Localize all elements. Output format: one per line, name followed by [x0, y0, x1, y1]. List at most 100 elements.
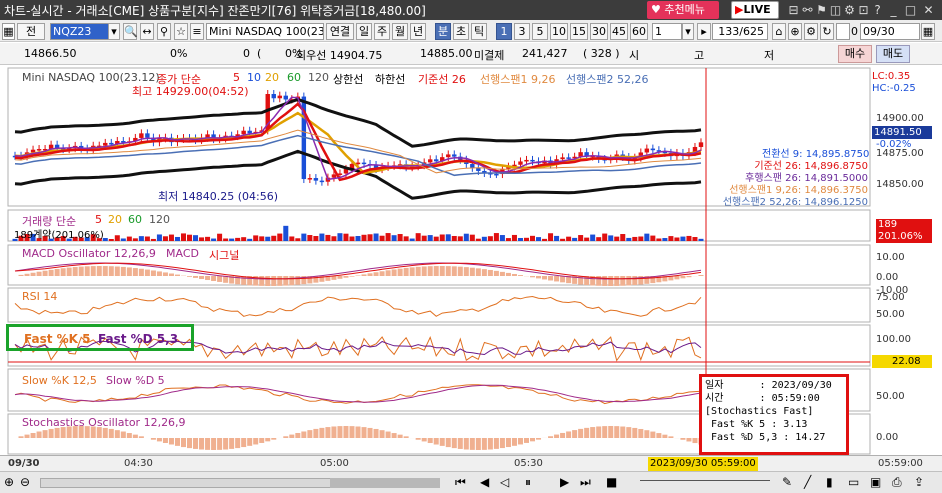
macd-bar [211, 276, 217, 282]
date-field[interactable]: 09/30 [860, 23, 920, 40]
stop-icon[interactable]: ■ [606, 475, 617, 489]
pin-icon[interactable]: ⊟ [787, 2, 800, 18]
volume-bar [487, 236, 493, 241]
list-icon[interactable]: ≡ [190, 23, 204, 40]
print-icon[interactable]: ⎙ [892, 475, 902, 490]
stoch-osc-bar [548, 436, 554, 438]
close-icon[interactable]: ✕ [922, 2, 935, 18]
count-chevron-icon[interactable]: ▾ [682, 23, 694, 40]
base-line-label: 기준선 26 [418, 73, 466, 86]
prev-page-icon[interactable]: ◀ [480, 475, 489, 489]
upper-band-label: 상한선 [333, 73, 364, 86]
minute-button-1[interactable]: 3 [514, 23, 530, 40]
price-candle [30, 149, 36, 153]
refresh-icon[interactable]: ↻ [820, 23, 834, 40]
minute-button-4[interactable]: 15 [570, 23, 588, 40]
period-button-1[interactable]: 일 [356, 23, 372, 40]
search-icon[interactable]: 🔍 [123, 23, 138, 40]
macd-bar [493, 270, 499, 276]
volume-bar [265, 236, 271, 241]
volume-bar [150, 238, 156, 241]
bar-tool-icon[interactable]: ▮ [826, 475, 833, 489]
flag-icon[interactable]: ⚑ [815, 2, 828, 18]
play-back-icon[interactable]: ◁ [500, 475, 509, 489]
compare-icon[interactable]: ↔ [140, 23, 154, 40]
recommend-menu-button[interactable]: ♥ 추천메뉴 [647, 1, 719, 19]
next-icon[interactable]: ▸ [697, 23, 711, 40]
maximize-icon[interactable]: □ [904, 2, 917, 18]
macd-bar [84, 266, 90, 276]
settings-icon[interactable]: ⚙ [804, 23, 818, 40]
stoch-osc-bar [253, 438, 259, 445]
live-button[interactable]: ▶LIVE [731, 1, 779, 19]
next-page-icon[interactable]: ▶ [560, 475, 569, 489]
volume-bar [313, 236, 319, 241]
volume-sub: 189계약(201.06%) [14, 230, 104, 241]
zoom-icon[interactable]: ⊕ [788, 23, 802, 40]
grid-icon[interactable]: ▦ [2, 23, 15, 40]
price-candle [109, 142, 114, 145]
period-button-3[interactable]: 월 [392, 23, 408, 40]
pause-icon[interactable]: ⏸ [525, 475, 531, 490]
first-page-icon[interactable]: ⏮ [455, 475, 466, 490]
volume-bar [168, 234, 174, 241]
zoom-out-icon[interactable]: ⊖ [20, 475, 30, 489]
line-tool-icon[interactable]: ╱ [804, 475, 811, 489]
minute-button-2[interactable]: 5 [532, 23, 548, 40]
macd-label: MACD [166, 247, 199, 260]
buy-button[interactable]: 매수 [838, 45, 872, 63]
period-button-5[interactable]: 분 [435, 23, 451, 40]
minute-button-0[interactable]: 1 [496, 23, 512, 40]
scroll-thumb[interactable] [330, 478, 440, 488]
calendar-icon[interactable]: ▦ [921, 23, 935, 40]
stoch-osc-bar [54, 427, 60, 438]
zoom-in-icon[interactable]: ⊕ [4, 475, 14, 489]
fit-icon[interactable]: ▭ [848, 475, 859, 489]
volume-bar [385, 233, 391, 241]
minute-button-5[interactable]: 30 [590, 23, 608, 40]
lock-icon[interactable]: ⚲ [157, 23, 171, 40]
period-button-0[interactable]: 연결 [326, 23, 354, 40]
volume-bar [229, 238, 235, 241]
home-icon[interactable]: ⌂ [772, 23, 786, 40]
export-icon[interactable]: ⇪ [914, 475, 924, 489]
hc-label: HC:-0.25 [872, 83, 916, 94]
draw-tool-icon[interactable]: ✎ [782, 475, 792, 489]
minute-button-7[interactable]: 60 [630, 23, 648, 40]
count-select[interactable]: 1 [652, 23, 682, 40]
image-icon[interactable]: ▣ [870, 475, 881, 489]
price-candle [494, 173, 499, 176]
period-button-2[interactable]: 주 [374, 23, 390, 40]
stoch-osc-bar [517, 438, 523, 445]
period-button-7[interactable]: 틱 [471, 23, 487, 40]
volume-tag-2: 201.06% [876, 231, 932, 243]
chevron-down-icon[interactable]: ▾ [108, 23, 120, 40]
change-pct: 0% [170, 47, 188, 60]
link-icon[interactable]: ⚯ [801, 2, 814, 18]
last-page-icon[interactable]: ⏭ [580, 475, 591, 490]
star-icon[interactable]: ☆ [174, 23, 188, 40]
price-candle [361, 162, 367, 165]
macd-bar [517, 275, 523, 276]
minute-button-3[interactable]: 10 [550, 23, 568, 40]
macd-bar [560, 276, 566, 283]
volume-bar [199, 237, 205, 241]
split-icon[interactable]: ◫ [829, 2, 842, 18]
dock-icon[interactable]: ⊡ [857, 2, 870, 18]
minimize-icon[interactable]: _ [887, 2, 900, 18]
range-field: 133/625 [712, 23, 768, 40]
period-button-4[interactable]: 년 [410, 23, 426, 40]
price-candle [470, 164, 475, 168]
period-button-6[interactable]: 초 [453, 23, 469, 40]
speed-slider[interactable] [640, 480, 770, 486]
gear-icon[interactable]: ⚙ [843, 2, 856, 18]
macd-bar [409, 267, 415, 276]
minute-button-6[interactable]: 45 [610, 23, 628, 40]
live-label: LIVE [743, 3, 771, 16]
checkbox[interactable] [836, 23, 850, 40]
macd-signal-label: 시그널 [209, 249, 240, 262]
tab-button[interactable]: 전 [17, 23, 45, 40]
help-icon[interactable]: ? [871, 2, 884, 18]
sell-button[interactable]: 매도 [876, 45, 910, 63]
stoch-osc-bar [379, 430, 385, 438]
